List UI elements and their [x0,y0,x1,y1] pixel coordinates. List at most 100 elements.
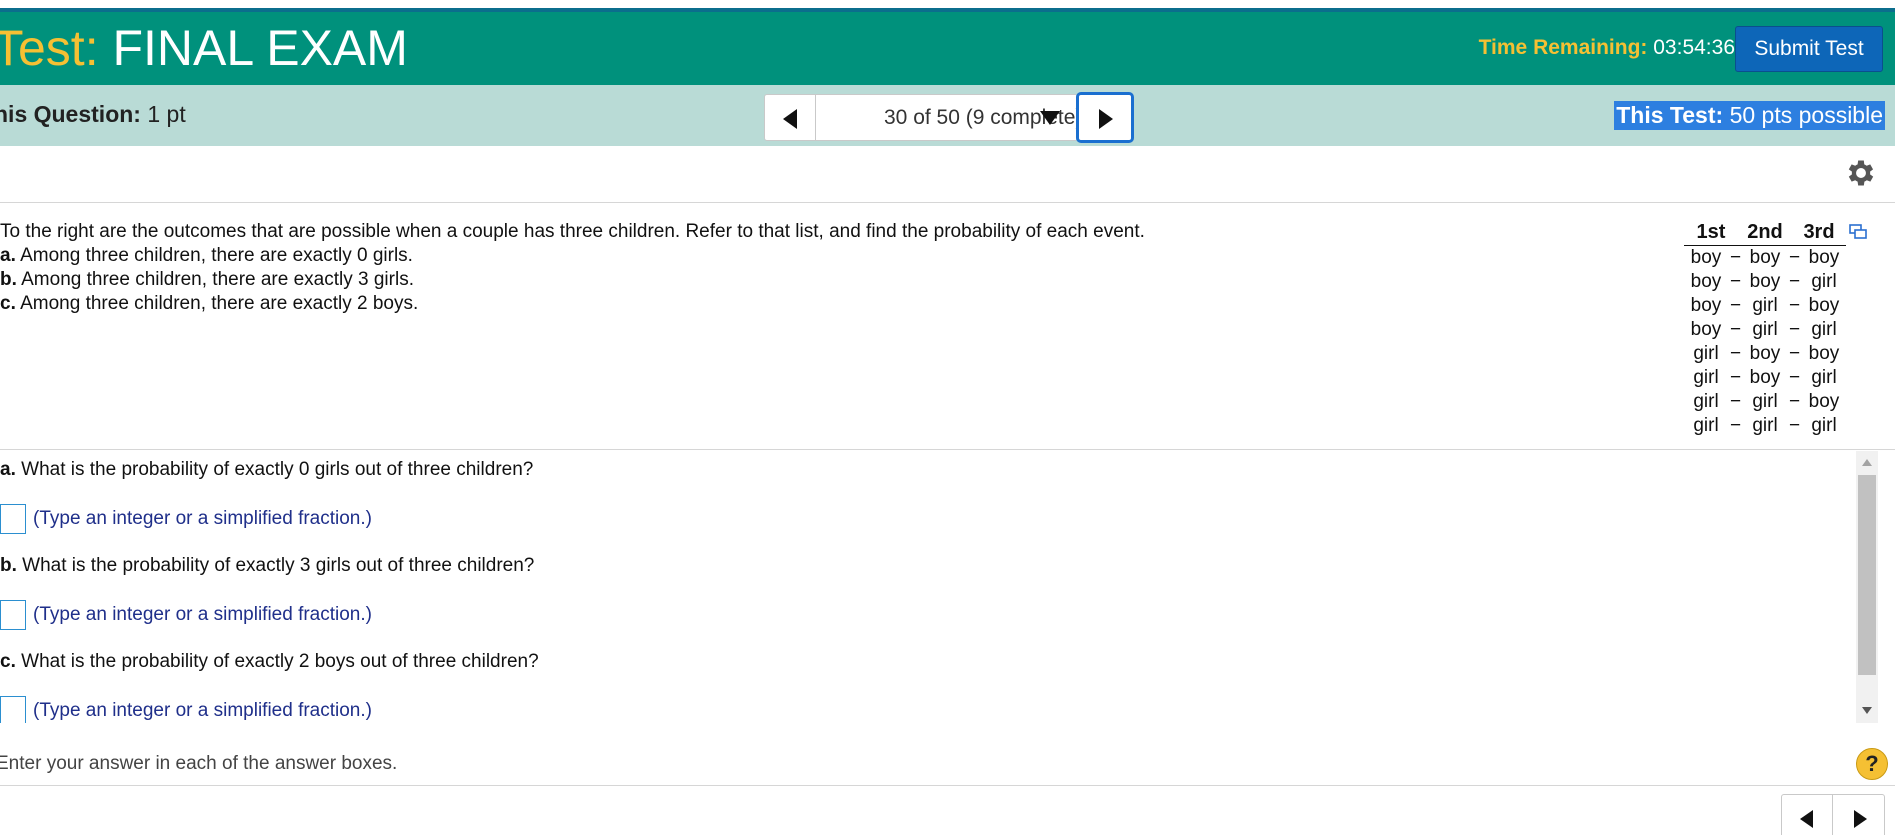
outcome-cell: girl [1693,415,1719,436]
part-text: Among three children, there are exactly … [21,269,414,290]
answer-input-c[interactable] [0,696,26,723]
scroll-down-icon[interactable] [1862,707,1872,714]
help-icon[interactable]: ? [1856,748,1888,780]
outcome-cell: boy [1808,295,1840,316]
part-text: Among three children, there are exactly … [20,245,413,266]
part-text: Among three children, there are exactly … [20,293,419,314]
question-points-value: 1 pt [147,101,186,127]
outcome-cell: boy [1808,247,1840,268]
answer-scrollbar[interactable] [1856,451,1878,723]
test-name: FINAL EXAM [112,20,408,76]
outcome-separator: − [1729,367,1742,388]
outcomes-table: 1st 2nd 3rd boy − boy − boy boy − boy − girl boy − g… [1684,219,1846,438]
next-question-button[interactable] [1076,92,1134,143]
question-select[interactable]: 30 of 50 (9 complete) [816,94,1082,141]
submit-test-button[interactable]: Submit Test [1735,26,1883,72]
answer-question-text: What is the probability of exactly 2 boy… [21,651,539,672]
outcome-separator: − [1788,415,1801,436]
outcome-cell: boy [1749,343,1781,364]
outcome-cell: boy [1749,271,1781,292]
outcome-cell: boy [1690,319,1722,340]
answer-area: a. What is the probability of exactly 0 … [0,451,1855,723]
outcome-cell: girl [1811,271,1837,292]
outcome-cell: boy [1808,391,1840,412]
answer-row-a: (Type an integer or a simplified fractio… [0,504,372,534]
outcome-separator: − [1729,247,1742,268]
divider [0,449,1895,450]
outcome-row: boy − boy − boy [1684,246,1846,270]
previous-question-button[interactable] [764,94,816,141]
outcome-separator: − [1729,295,1742,316]
outcomes-header: 1st 2nd 3rd [1684,219,1846,246]
answer-input-a[interactable] [0,504,26,534]
outcome-separator: − [1788,247,1801,268]
top-border [0,0,1895,12]
bottom-previous-button[interactable] [1781,794,1833,835]
answer-row-b: (Type an integer or a simplified fractio… [0,600,372,630]
bottom-next-button[interactable] [1833,794,1885,835]
answer-input-b[interactable] [0,600,26,630]
answer-question-text: What is the probability of exactly 3 gir… [22,555,535,576]
gear-icon[interactable] [1844,156,1878,190]
answer-hint: (Type an integer or a simplified fractio… [33,700,372,721]
outcome-separator: − [1788,319,1801,340]
outcome-cell: girl [1811,319,1837,340]
outcome-separator: − [1788,343,1801,364]
caret-down-icon [1040,111,1060,125]
test-header: Test: FINAL EXAM Time Remaining: 03:54:3… [0,12,1895,85]
scroll-up-icon[interactable] [1862,459,1872,466]
time-remaining-value: 03:54:36 [1653,36,1735,59]
outcome-row: boy − girl − girl [1684,318,1846,342]
question-part-c: c. Among three children, there are exact… [0,292,1145,316]
test-points-label: This Test: [1616,102,1724,128]
outcomes-body: boy − boy − boy boy − boy − girl boy − girl − boy boy − g… [1684,246,1846,438]
question-prompt: To the right are the outcomes that are p… [0,220,1145,316]
answer-letter: c. [0,651,16,672]
outcomes-header-2nd: 2nd [1747,221,1783,243]
outcome-cell: boy [1749,367,1781,388]
outcome-cell: boy [1690,295,1722,316]
outcome-row: girl − girl − girl [1684,414,1846,438]
outcome-cell: boy [1690,247,1722,268]
test-title: Test: FINAL EXAM [0,18,408,78]
time-remaining-label: Time Remaining: [1478,36,1648,59]
part-letter: b. [0,269,17,290]
answer-letter: a. [0,459,16,480]
test-label: Test: [0,20,99,76]
outcome-row: boy − boy − girl [1684,270,1846,294]
outcome-separator: − [1788,271,1801,292]
answer-question-a: a. What is the probability of exactly 0 … [0,459,533,481]
outcome-cell: boy [1749,247,1781,268]
answer-question-c: c. What is the probability of exactly 2 … [0,651,539,673]
outcomes-header-1st: 1st [1696,221,1726,243]
time-remaining: Time Remaining: 03:54:36 [1479,36,1735,60]
instruction-text: Enter your answer in each of the answer … [0,753,398,774]
bottom-navigator [1781,794,1885,835]
popout-icon[interactable] [1849,224,1867,240]
outcome-cell: girl [1811,367,1837,388]
test-points-value: 50 pts possible [1729,102,1883,128]
answer-row-c: (Type an integer or a simplified fractio… [0,696,372,723]
outcome-separator: − [1729,415,1742,436]
outcome-separator: − [1788,367,1801,388]
answer-question-text: What is the probability of exactly 0 gir… [21,459,534,480]
test-points: This Test: 50 pts possible [1614,101,1885,130]
outcomes-header-3rd: 3rd [1803,221,1835,243]
outcome-cell: boy [1808,343,1840,364]
outcome-cell: boy [1690,271,1722,292]
question-navigator: 30 of 50 (9 complete) [764,92,1134,143]
outcome-row: girl − boy − girl [1684,366,1846,390]
answer-hint: (Type an integer or a simplified fractio… [33,604,372,625]
question-part-a: a. Among three children, there are exact… [0,244,1145,268]
outcome-row: girl − boy − boy [1684,342,1846,366]
answer-hint: (Type an integer or a simplified fractio… [33,508,372,529]
outcome-separator: − [1729,319,1742,340]
divider [0,785,1895,786]
outcome-cell: girl [1752,319,1778,340]
info-bar: his Question: 1 pt 30 of 50 (9 complete)… [0,85,1895,146]
scroll-thumb[interactable] [1858,475,1876,675]
question-part-b: b. Among three children, there are exact… [0,268,1145,292]
outcome-cell: girl [1811,415,1837,436]
answer-letter: b. [0,555,17,576]
question-points: his Question: 1 pt [0,101,186,128]
